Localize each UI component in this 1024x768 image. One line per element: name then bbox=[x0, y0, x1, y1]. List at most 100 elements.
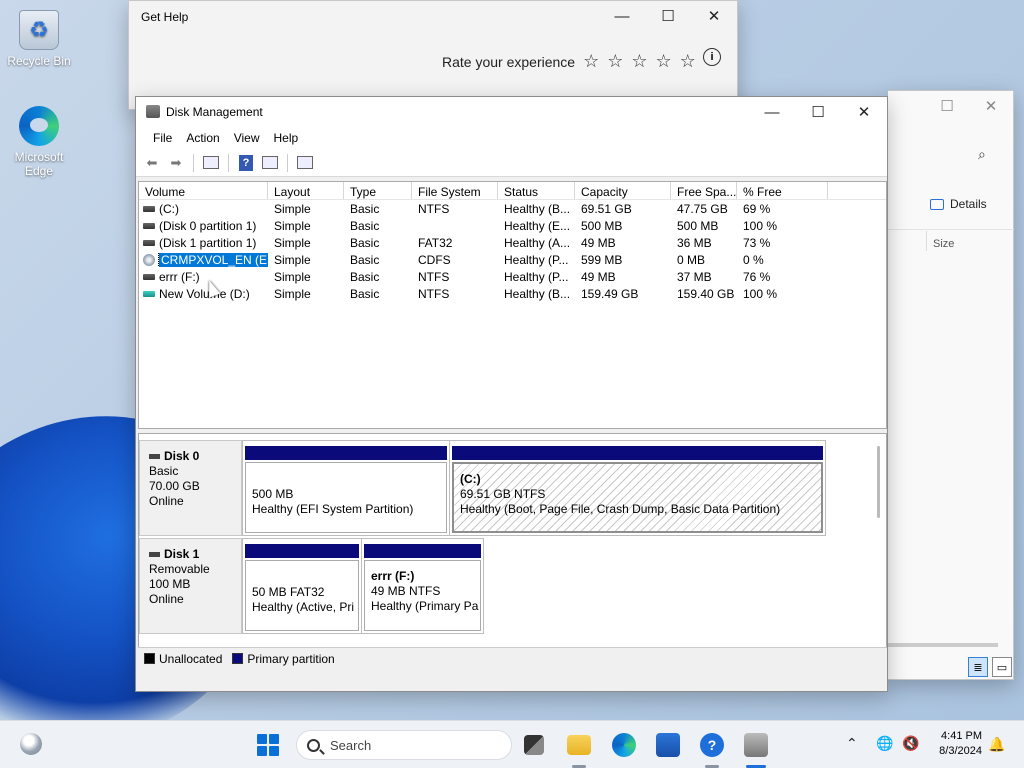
back-arrow-icon[interactable]: ⬅ bbox=[142, 153, 162, 173]
disk-label[interactable]: Disk 1 Removable 100 MB Online bbox=[139, 538, 242, 634]
minimize-button[interactable]: — bbox=[749, 97, 795, 127]
caption-buttons: — ☐ ✕ bbox=[599, 1, 737, 31]
windows-logo-tile bbox=[269, 746, 279, 756]
search-icon[interactable]: ⌕ bbox=[978, 146, 986, 163]
file-explorer-window: ☐ ✕ ⌕ Details Size ≣ ▭ bbox=[888, 90, 1014, 680]
show-hide-console-tree-icon[interactable] bbox=[201, 153, 221, 173]
disk-row-1: Disk 1 Removable 100 MB Online 50 MB FAT… bbox=[139, 538, 489, 634]
network-icon[interactable]: 🌐 bbox=[876, 735, 893, 752]
menu-view[interactable]: View bbox=[227, 127, 267, 149]
properties-icon[interactable] bbox=[295, 153, 315, 173]
column-header-layout[interactable]: Layout bbox=[268, 182, 344, 199]
disk-row-0: Disk 0 Basic 70.00 GB Online 500 MB Heal… bbox=[139, 440, 829, 536]
column-header-status[interactable]: Status bbox=[498, 182, 575, 199]
star-icon[interactable]: ☆ bbox=[631, 51, 647, 72]
partition-c[interactable]: (C:) 69.51 GB NTFS Healthy (Boot, Page F… bbox=[449, 440, 826, 536]
search-placeholder: Search bbox=[330, 737, 372, 753]
partition-size: 49 MB NTFS bbox=[371, 584, 441, 598]
close-button[interactable]: ✕ bbox=[969, 91, 1013, 121]
maximize-button[interactable]: ☐ bbox=[645, 1, 691, 31]
file-explorer-icon[interactable] bbox=[567, 735, 591, 755]
task-view-icon[interactable] bbox=[524, 735, 544, 755]
partition-status: Healthy (Primary Pa bbox=[371, 599, 479, 613]
table-row[interactable]: (C:) Simple Basic NTFS Healthy (B... 69.51 GB… bbox=[139, 200, 886, 217]
volume-capacity-cell: 500 MB bbox=[581, 218, 623, 233]
volume-name: (Disk 1 partition 1) bbox=[159, 235, 257, 250]
maximize-button[interactable]: ☐ bbox=[795, 97, 841, 127]
start-button[interactable] bbox=[257, 734, 279, 756]
minimize-button[interactable]: — bbox=[599, 1, 645, 31]
desktop-icon-recycle-bin[interactable]: ♻ Recycle Bin bbox=[4, 10, 74, 68]
help-icon[interactable]: ? bbox=[239, 154, 253, 171]
partition-efi[interactable]: 500 MB Healthy (EFI System Partition) bbox=[242, 440, 450, 536]
legend-primary-partition: Primary partition bbox=[247, 651, 335, 666]
volume-pct-cell: 69 % bbox=[743, 201, 771, 216]
details-pane-icon bbox=[930, 198, 944, 210]
widgets-icon[interactable] bbox=[20, 733, 42, 755]
volume-layout-cell: Simple bbox=[274, 201, 311, 216]
info-icon[interactable]: i bbox=[703, 48, 721, 66]
table-row[interactable]: (Disk 1 partition 1) Simple Basic FAT32 Heal… bbox=[139, 234, 886, 251]
column-header-capacity[interactable]: Capacity bbox=[575, 182, 671, 199]
star-icon[interactable]: ☆ bbox=[583, 51, 599, 72]
taskbar-search[interactable]: Search bbox=[296, 730, 512, 760]
table-row[interactable]: (Disk 0 partition 1) Simple Basic Healthy (… bbox=[139, 217, 886, 234]
caption-buttons: ☐ ✕ bbox=[925, 91, 1013, 121]
table-row[interactable]: CRMPXVOL_EN (E:) Simple Basic CDFS Healthy (… bbox=[139, 251, 886, 268]
title-bar: Disk Management — ☐ ✕ bbox=[136, 97, 887, 127]
menu-help[interactable]: Help bbox=[267, 127, 306, 149]
clock[interactable]: 4:41 PM 8/3/2024 bbox=[928, 729, 982, 759]
toolbar: ⬅ ➡ ? bbox=[136, 149, 887, 177]
details-view-icon[interactable]: ≣ bbox=[968, 657, 988, 677]
notification-bell-icon[interactable]: 🔔 bbox=[988, 736, 1005, 753]
partition-body: errr (F:) 49 MB NTFS Healthy (Primary Pa bbox=[364, 560, 481, 631]
menu-file[interactable]: File bbox=[146, 127, 179, 149]
recycle-bin-icon: ♻ bbox=[19, 10, 59, 50]
close-button[interactable]: ✕ bbox=[691, 1, 737, 31]
menu-action[interactable]: Action bbox=[179, 127, 226, 149]
column-header-volume[interactable]: Volume bbox=[139, 182, 268, 199]
star-icon[interactable]: ☆ bbox=[607, 51, 623, 72]
column-header-type[interactable]: Type bbox=[344, 182, 412, 199]
legend-unallocated: Unallocated bbox=[159, 651, 223, 666]
divider bbox=[888, 229, 1014, 230]
volume-layout-cell: Simple bbox=[274, 286, 311, 301]
rate-experience: Rate your experience ☆ ☆ ☆ ☆ ☆ bbox=[442, 51, 696, 72]
column-header-percent-free[interactable]: % Free bbox=[737, 182, 828, 199]
store-icon[interactable] bbox=[656, 733, 680, 757]
edge-taskbar-icon[interactable] bbox=[612, 733, 636, 757]
partition-size: 50 MB FAT32 bbox=[252, 585, 325, 599]
column-header-free-space[interactable]: Free Spa... bbox=[671, 182, 737, 199]
maximize-button[interactable]: ☐ bbox=[925, 91, 969, 121]
star-icon[interactable]: ☆ bbox=[680, 51, 696, 72]
unallocated-swatch bbox=[144, 653, 155, 664]
get-help-taskbar-icon[interactable]: ? bbox=[700, 733, 724, 757]
table-row[interactable]: New Volume (D:) Simple Basic NTFS Healthy (B… bbox=[139, 285, 886, 302]
volume-list: Volume Layout Type File System Status Ca… bbox=[138, 181, 887, 429]
details-button[interactable]: Details bbox=[930, 197, 987, 211]
window-title: Disk Management bbox=[166, 105, 263, 119]
partition-disk1-1[interactable]: 50 MB FAT32 Healthy (Active, Pri bbox=[242, 538, 362, 634]
partition-f[interactable]: errr (F:) 49 MB NTFS Healthy (Primary Pa bbox=[361, 538, 484, 634]
star-icon[interactable]: ☆ bbox=[656, 51, 672, 72]
desktop-icon-edge[interactable]: Microsoft Edge bbox=[4, 106, 74, 178]
view-buttons: ≣ ▭ bbox=[968, 657, 1012, 677]
forward-arrow-icon[interactable]: ➡ bbox=[166, 153, 186, 173]
legend: Unallocated Primary partition bbox=[138, 647, 887, 669]
volume-fs-cell: CDFS bbox=[418, 252, 451, 267]
partition-status: Healthy (Boot, Page File, Crash Dump, Ba… bbox=[460, 502, 781, 516]
disk-management-taskbar-icon[interactable] bbox=[744, 733, 768, 757]
column-header-file-system[interactable]: File System bbox=[412, 182, 498, 199]
disk-label[interactable]: Disk 0 Basic 70.00 GB Online bbox=[139, 440, 242, 536]
vertical-scrollbar-thumb[interactable] bbox=[877, 446, 880, 518]
table-row[interactable]: errr (F:) Simple Basic NTFS Healthy (P... 49 … bbox=[139, 268, 886, 285]
close-button[interactable]: ✕ bbox=[841, 97, 887, 127]
volume-type-cell: Basic bbox=[350, 286, 380, 301]
volume-muted-icon[interactable]: 🔇 bbox=[902, 735, 919, 752]
chevron-up-icon[interactable]: ⌃ bbox=[846, 735, 858, 752]
large-icons-view-icon[interactable]: ▭ bbox=[992, 657, 1012, 677]
show-hide-action-pane-icon[interactable] bbox=[260, 153, 280, 173]
column-header-size[interactable]: Size bbox=[933, 238, 954, 250]
details-label: Details bbox=[950, 197, 987, 211]
horizontal-scrollbar[interactable] bbox=[888, 643, 998, 647]
